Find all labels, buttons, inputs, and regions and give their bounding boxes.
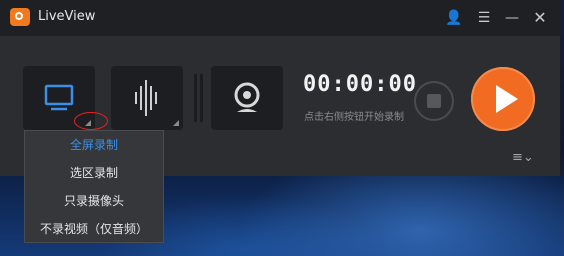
dropdown-item-audio-only[interactable]: 不录视频（仅音频） [25,215,163,243]
record-timer: 00:00:00 [303,72,417,97]
audio-dropdown-arrow-icon[interactable] [173,120,179,126]
stop-button[interactable] [414,81,454,121]
menu-icon[interactable]: ☰ [474,8,494,28]
app-title: LiveView [38,9,96,24]
stop-icon [427,94,441,108]
record-mode-dropdown: 全屏录制 选区录制 只录摄像头 不录视频（仅音频） [24,130,164,243]
close-icon[interactable]: ✕ [530,8,550,28]
start-record-button[interactable] [471,67,535,131]
list-menu-icon[interactable]: ≡⌄ [512,150,534,165]
app-logo-icon [10,8,30,26]
dropdown-item-fullscreen[interactable]: 全屏录制 [25,131,163,159]
webcam-button[interactable] [211,66,283,130]
highlight-annotation [74,112,108,130]
user-icon[interactable]: 👤 [444,8,464,28]
volume-meter-right [200,74,203,122]
audio-source-button[interactable] [111,66,183,130]
play-icon [496,85,518,113]
dropdown-item-region[interactable]: 选区录制 [25,159,163,187]
dropdown-item-webcam-only[interactable]: 只录摄像头 [25,187,163,215]
start-hint: 点击右侧按钮开始录制 [304,112,404,123]
title-bar[interactable]: LiveView 👤 ☰ — ✕ [0,0,560,36]
volume-meter-left [194,74,197,122]
webcam-icon [234,82,260,112]
minimize-icon[interactable]: — [502,8,522,28]
